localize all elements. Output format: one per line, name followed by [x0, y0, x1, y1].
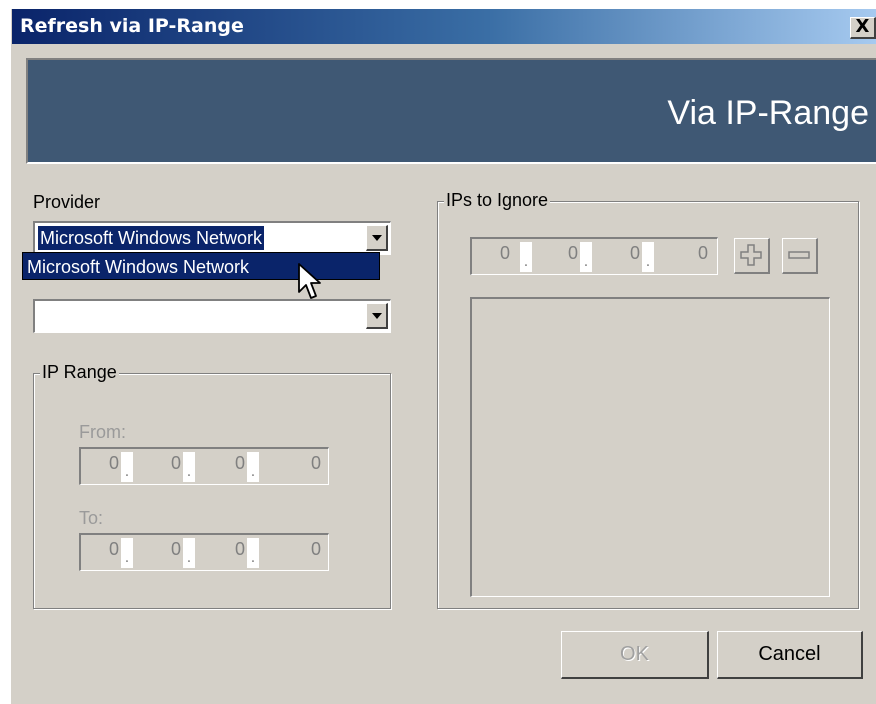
- provider-label: Provider: [33, 192, 101, 212]
- ip-range-group: IP Range: [33, 362, 391, 609]
- to-octet-2: 0: [170, 539, 181, 559]
- to-octet-4: 0: [310, 539, 321, 559]
- provider-selected-value: Microsoft Windows Network: [38, 226, 265, 250]
- octet-separator: .: [642, 242, 654, 272]
- ignore-octet-4: 0: [697, 243, 708, 263]
- header-banner: Via IP-Range: [26, 58, 876, 164]
- cancel-button[interactable]: Cancel: [717, 631, 863, 679]
- close-button[interactable]: X: [850, 17, 876, 39]
- plus-icon: [740, 244, 762, 266]
- octet-separator: .: [121, 538, 133, 568]
- ignore-octet-1: 0: [499, 243, 510, 263]
- add-ip-button[interactable]: [734, 238, 770, 274]
- dropdown-item-microsoft-windows-network[interactable]: Microsoft Windows Network: [22, 252, 380, 280]
- octet-separator: .: [247, 538, 259, 568]
- from-octet-4: 0: [310, 453, 321, 473]
- dialog-window: Refresh via IP-Range X Via IP-Range Prov…: [11, 9, 876, 704]
- ignore-octet-2: 0: [567, 243, 578, 263]
- banner-heading: Via IP-Range: [667, 94, 869, 132]
- to-octet-3: 0: [234, 539, 245, 559]
- octet-separator: .: [183, 538, 195, 568]
- ip-range-group-title: IP Range: [40, 362, 119, 383]
- octet-separator: .: [121, 452, 133, 482]
- ok-button[interactable]: OK: [561, 631, 709, 679]
- ignore-ip-input[interactable]: 0 . 0 . 0 . 0: [470, 237, 718, 275]
- ignore-octet-3: 0: [629, 243, 640, 263]
- secondary-combo[interactable]: [33, 299, 391, 333]
- chevron-down-icon[interactable]: [366, 225, 388, 251]
- window-title: Refresh via IP-Range: [20, 15, 244, 37]
- octet-separator: .: [183, 452, 195, 482]
- from-octet-1: 0: [108, 453, 119, 473]
- chevron-down-icon[interactable]: [366, 303, 388, 329]
- title-bar[interactable]: Refresh via IP-Range X: [12, 9, 876, 44]
- octet-separator: .: [580, 242, 592, 272]
- from-ip-input[interactable]: 0 . 0 . 0 . 0: [79, 447, 329, 485]
- to-octet-1: 0: [108, 539, 119, 559]
- provider-combo[interactable]: Microsoft Windows Network: [33, 221, 391, 255]
- mouse-cursor-icon: [298, 263, 321, 299]
- from-octet-2: 0: [170, 453, 181, 473]
- ips-to-ignore-group-title: IPs to Ignore: [444, 190, 551, 211]
- from-label: From:: [79, 422, 126, 442]
- remove-ip-button[interactable]: [782, 238, 818, 274]
- minus-icon: [788, 251, 810, 259]
- to-ip-input[interactable]: 0 . 0 . 0 . 0: [79, 533, 329, 571]
- from-octet-3: 0: [234, 453, 245, 473]
- octet-separator: .: [247, 452, 259, 482]
- close-icon: X: [855, 16, 870, 37]
- secondary-combo-value: [38, 304, 42, 328]
- octet-separator: .: [520, 242, 532, 272]
- ignored-ips-list[interactable]: [470, 297, 830, 597]
- to-label: To:: [79, 508, 104, 528]
